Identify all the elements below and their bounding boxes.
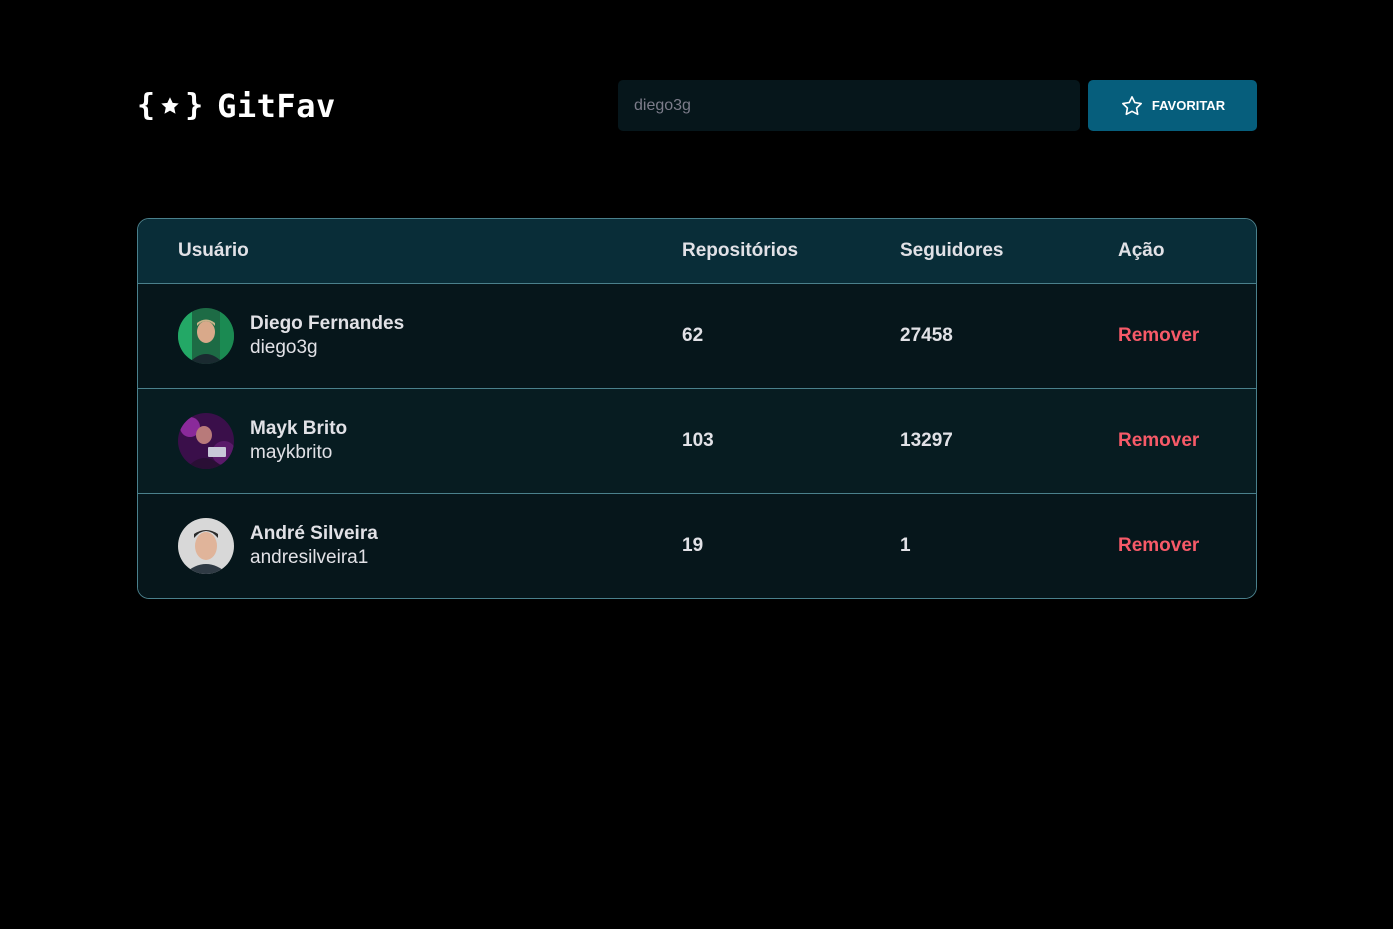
user-login: andresilveira1 bbox=[250, 546, 369, 568]
followers-count: 13297 bbox=[900, 429, 953, 451]
logo-text: GitFav bbox=[217, 86, 336, 125]
favorites-table: Usuário Repositórios Seguidores Ação Die… bbox=[137, 218, 1257, 599]
action-cell: Remover bbox=[1118, 283, 1256, 388]
gitfav-app: { } GitFav FAVORITAR Usuário Repositório… bbox=[0, 0, 1393, 929]
followers-count: 27458 bbox=[900, 324, 953, 346]
followers-count: 1 bbox=[900, 534, 911, 556]
avatar[interactable] bbox=[178, 517, 234, 574]
user-login: maykbrito bbox=[250, 441, 333, 463]
repos-count: 19 bbox=[682, 534, 704, 556]
avatar[interactable] bbox=[178, 412, 234, 469]
user-login: diego3g bbox=[250, 336, 318, 358]
search-input[interactable] bbox=[618, 80, 1080, 131]
remove-button[interactable]: Remover bbox=[1118, 325, 1199, 347]
user-name: Diego Fernandes bbox=[250, 312, 405, 334]
action-cell: Remover bbox=[1118, 388, 1256, 493]
table-row: Mayk Brito maykbrito 103 13297 Remover bbox=[138, 388, 1256, 493]
repos-count: 103 bbox=[682, 429, 714, 451]
favorite-button-label: FAVORITAR bbox=[1151, 98, 1226, 113]
action-cell: Remover bbox=[1118, 493, 1256, 598]
table-header-row: Usuário Repositórios Seguidores Ação bbox=[138, 219, 1256, 283]
column-header-user: Usuário bbox=[178, 239, 249, 261]
avatar[interactable] bbox=[178, 307, 234, 364]
repos-count: 62 bbox=[682, 324, 704, 346]
user-cell: Diego Fernandes diego3g bbox=[138, 283, 682, 388]
user-cell: Mayk Brito maykbrito bbox=[138, 388, 682, 493]
star-outline-icon bbox=[1121, 95, 1142, 115]
table-row: Diego Fernandes diego3g 62 27458 Remover bbox=[138, 283, 1256, 388]
user-cell: André Silveira andresilveira1 bbox=[138, 493, 682, 598]
star-braces-icon: { } bbox=[137, 87, 204, 123]
table-row: André Silveira andresilveira1 19 1 Remov… bbox=[138, 493, 1256, 598]
header: { } GitFav FAVORITAR bbox=[137, 80, 1257, 131]
logo: { } GitFav bbox=[137, 87, 336, 125]
column-header-repos: Repositórios bbox=[682, 239, 799, 261]
column-header-followers: Seguidores bbox=[900, 239, 1004, 261]
remove-button[interactable]: Remover bbox=[1118, 535, 1199, 557]
column-header-action: Ação bbox=[1118, 239, 1165, 261]
favorite-button[interactable]: FAVORITAR bbox=[1088, 80, 1257, 131]
user-name: André Silveira bbox=[250, 522, 378, 544]
search-bar: FAVORITAR bbox=[618, 80, 1257, 131]
user-name: Mayk Brito bbox=[250, 417, 348, 439]
remove-button[interactable]: Remover bbox=[1118, 430, 1199, 452]
